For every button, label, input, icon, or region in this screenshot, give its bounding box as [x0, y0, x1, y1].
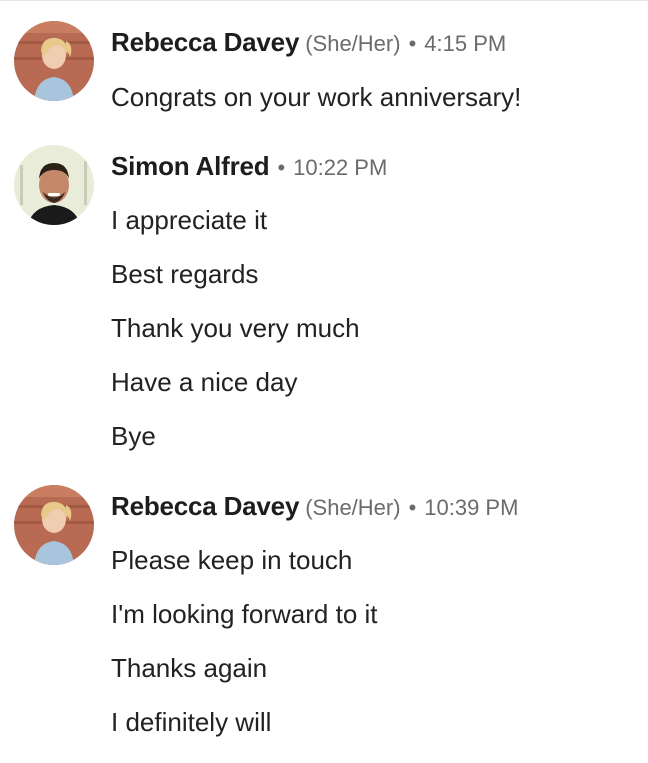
message-text: Thanks again	[111, 653, 268, 683]
message-header: Rebecca Davey (She/Her) • 4:15 PM	[111, 27, 506, 58]
message-time: 10:22 PM	[293, 155, 388, 180]
message-header: Simon Alfred • 10:22 PM	[111, 151, 387, 182]
message-text: I definitely will	[111, 707, 272, 737]
profile-photo-icon	[14, 485, 94, 565]
separator-dot: •	[408, 31, 417, 56]
sender-name[interactable]: Simon Alfred	[111, 151, 270, 181]
profile-photo-icon	[14, 21, 94, 101]
profile-photo-icon	[14, 145, 94, 225]
sender-pronouns: (She/Her)	[305, 31, 401, 56]
top-divider	[0, 0, 648, 1]
message-time: 10:39 PM	[424, 495, 519, 520]
message-time: 4:15 PM	[424, 31, 507, 56]
avatar-rebecca-davey[interactable]	[14, 485, 94, 565]
message-text: Bye	[111, 421, 156, 451]
sender-name[interactable]: Rebecca Davey	[111, 27, 299, 57]
message-text: Please keep in touch	[111, 545, 353, 575]
message-header: Rebecca Davey (She/Her) • 10:39 PM	[111, 491, 518, 522]
separator-dot: •	[277, 155, 286, 180]
message-text: I appreciate it	[111, 205, 268, 235]
message-text: I'm looking forward to it	[111, 599, 378, 629]
avatar-simon-alfred[interactable]	[14, 145, 94, 225]
separator-dot: •	[408, 495, 417, 520]
message-text: Best regards	[111, 259, 259, 289]
sender-pronouns: (She/Her)	[305, 495, 401, 520]
message-text: Thank you very much	[111, 313, 360, 343]
sender-name[interactable]: Rebecca Davey	[111, 491, 299, 521]
message-text: Have a nice day	[111, 367, 298, 397]
avatar-rebecca-davey[interactable]	[14, 21, 94, 101]
message-text: Congrats on your work anniversary!	[111, 82, 522, 112]
